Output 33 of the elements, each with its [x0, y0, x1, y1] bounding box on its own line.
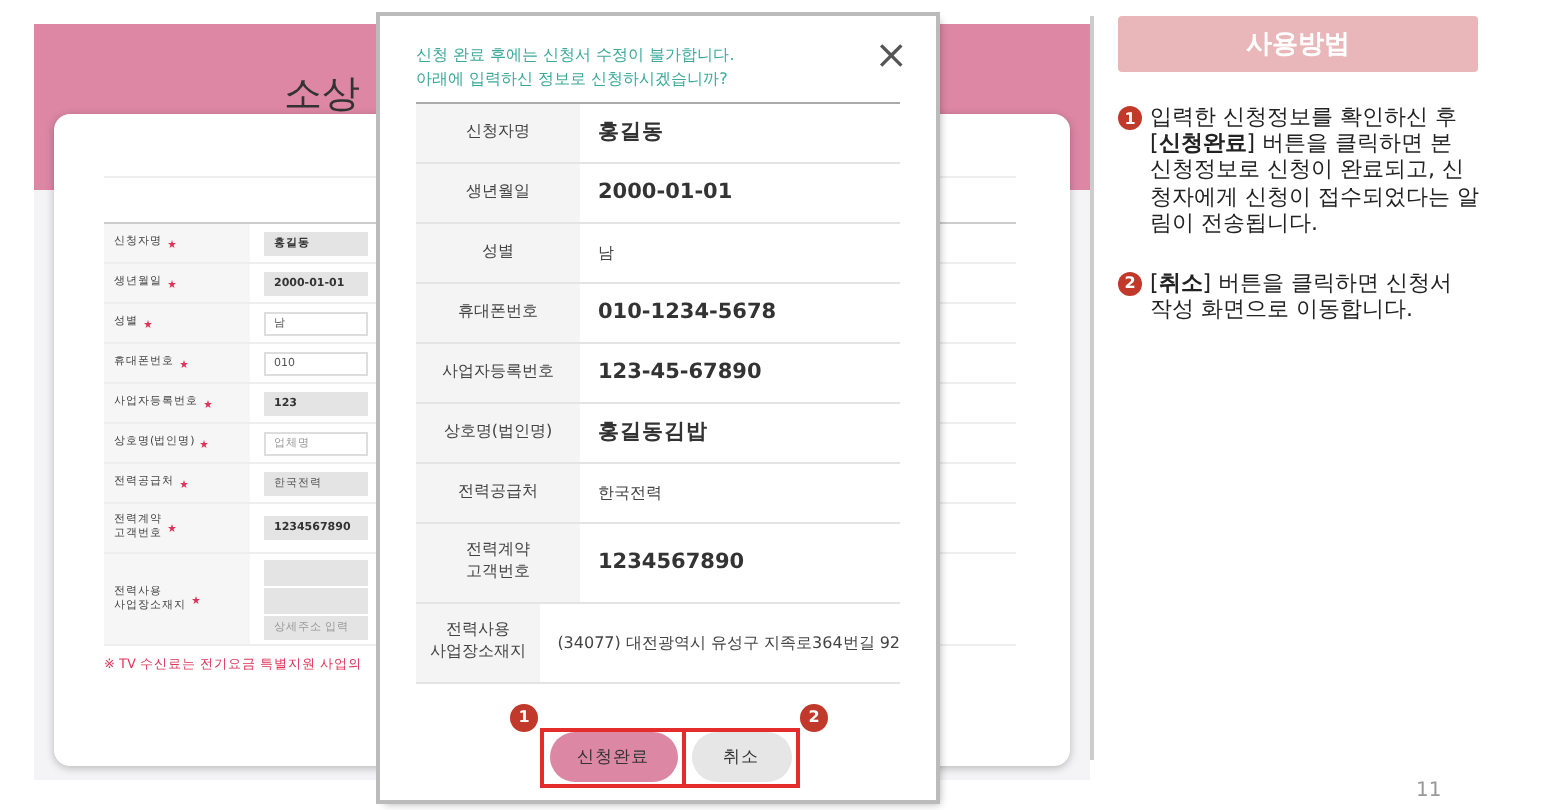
table-cell-text: 한국전력 — [596, 481, 664, 506]
step-number-badge: 2 — [1118, 271, 1142, 296]
table-cell-text: 홍길동김밥 — [596, 418, 710, 449]
table-cell: 생년월일 — [416, 163, 580, 222]
step-number-badge: 1 — [1118, 106, 1142, 130]
table-cell-text: (34077) 대전광역시 유성구 지족로364번길 92 — [555, 631, 900, 656]
callout-badge: 2 — [800, 703, 828, 732]
table-cell: 성별 — [416, 223, 580, 282]
submit-button[interactable]: 신청완료 — [549, 732, 677, 783]
table-cell: 전력공급처 — [416, 463, 580, 522]
page-title: 소상 — [284, 70, 360, 120]
table-cell-text: 010-1234-5678 — [596, 298, 779, 329]
guide-header: 사용방법 — [1118, 16, 1478, 72]
table-cell: 전력계약 고객번호 — [416, 523, 580, 602]
table-cell: 상호명(법인명) — [416, 403, 580, 462]
table-cell-text: 2000-01-01 — [596, 178, 735, 209]
page-number: 11 — [1416, 780, 1442, 802]
table-cell: 사업자등록번호 — [416, 343, 580, 402]
cancel-button[interactable]: 취소 — [691, 732, 791, 783]
table-cell-text: 홍길동 — [596, 118, 666, 149]
table-cell: 전력사용 사업장소재지 — [416, 603, 540, 682]
table-cell-text: 123-45-67890 — [596, 358, 764, 389]
table-cell: 신청자명 — [416, 103, 580, 162]
step-text: [취소] 버튼을 클릭하면 신청서 작성 화면으로 이동합니다. — [1150, 269, 1455, 323]
input-field[interactable] — [264, 587, 368, 613]
callout-badge: 1 — [510, 703, 538, 732]
table-cell-text: 1234567890 — [596, 548, 747, 579]
table-cell: 휴대폰번호 — [416, 283, 580, 342]
input-field[interactable] — [264, 559, 368, 585]
close-button[interactable]: × — [874, 28, 908, 78]
table-cell-text: 남 — [596, 241, 616, 266]
warning-message: 신청 완료 후에는 신청서 수정이 불가합니다. 아래에 입력하신 정보로 신청하시겠습니까? — [416, 44, 735, 91]
step-text: 입력한 신청정보를 확인하신 후 [신청완료] 버튼을 클릭하면 본 신청정보로 신청이 완료되고, 신청자에게 신청이 접수되었다는 알림이 전송됩니다. — [1150, 104, 1480, 236]
